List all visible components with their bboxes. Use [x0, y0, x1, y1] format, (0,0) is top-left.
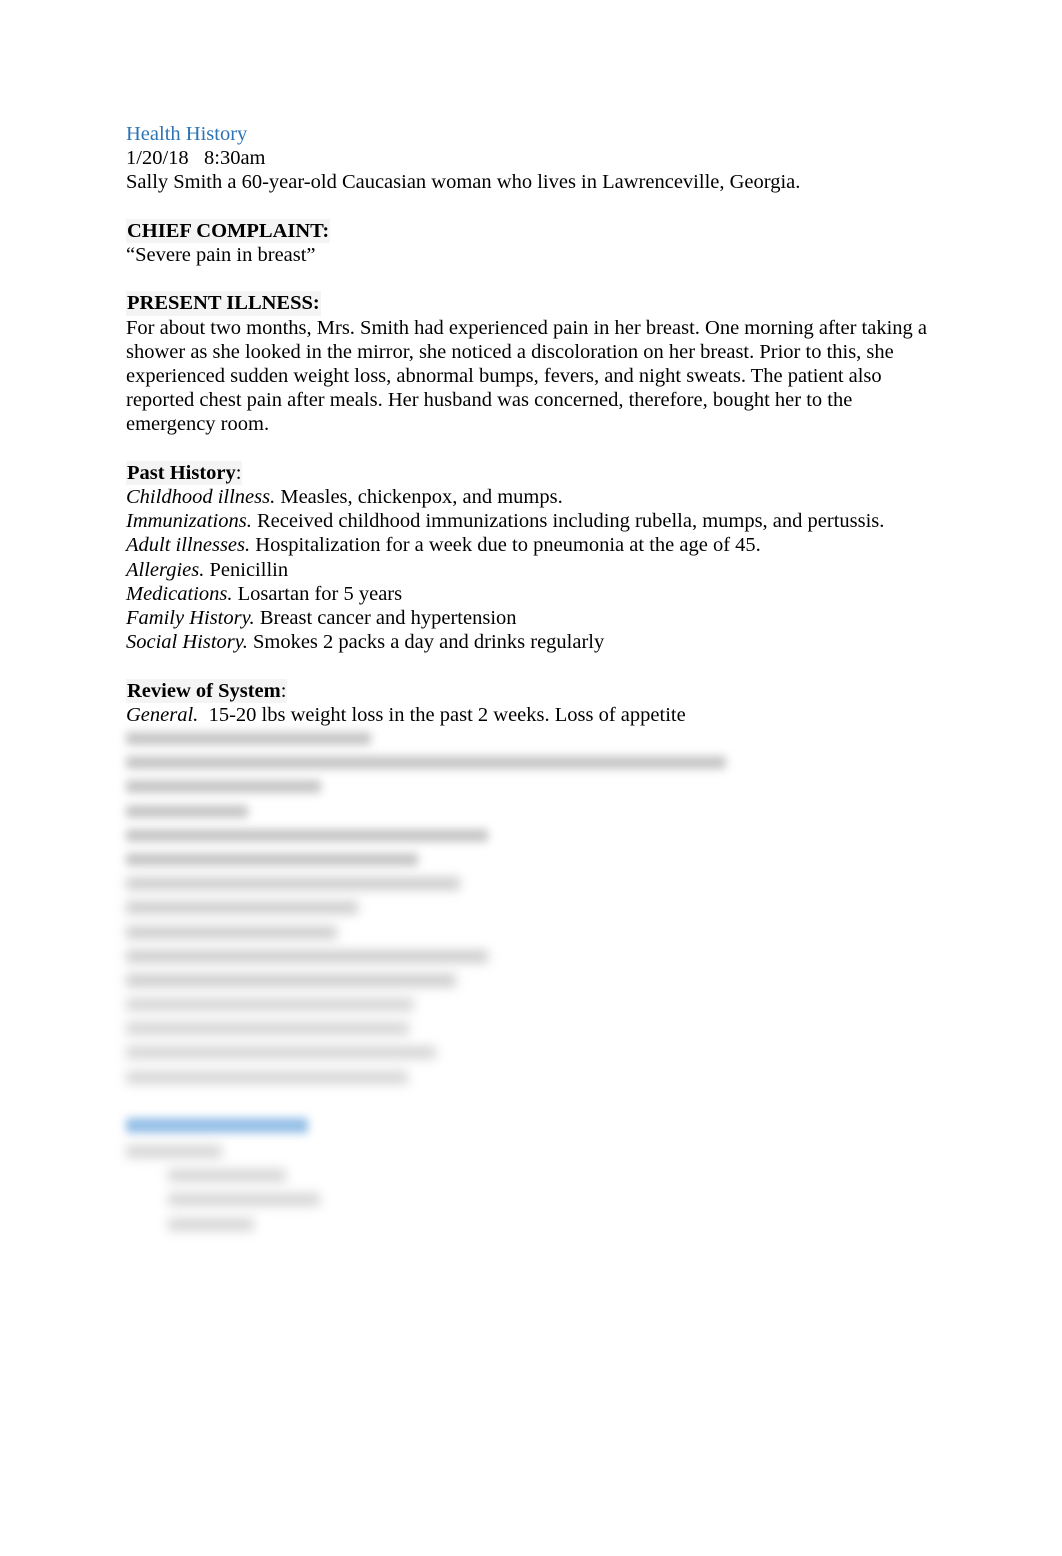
illegible-text-line [126, 1017, 932, 1041]
illegible-text-run [126, 1046, 436, 1060]
illegible-text-run [126, 780, 321, 794]
past-history-item-label: Allergies. [126, 558, 205, 581]
illegible-text-run [126, 949, 488, 963]
past-history-item-label: Immunizations. [126, 510, 252, 533]
illegible-text-line [126, 1188, 932, 1212]
illegible-text-run [126, 1145, 222, 1159]
review-of-system-section: Review of System: General. 15-20 lbs wei… [126, 678, 932, 1090]
illegible-text-line [126, 872, 932, 896]
illegible-text-line [126, 1164, 932, 1188]
illegible-text-run [126, 1022, 409, 1036]
illegible-heading-run [126, 1118, 308, 1134]
illegible-text-line [126, 1213, 932, 1237]
illegible-text-line [126, 921, 932, 945]
past-history-item-label: Childhood illness. [126, 486, 276, 508]
illegible-text-line [126, 1041, 932, 1065]
illegible-text-run [126, 756, 726, 770]
illegible-text-line [126, 824, 932, 848]
illegible-text-line [126, 775, 932, 799]
past-history-item-value: Measles, chickenpox, and mumps. [275, 486, 563, 508]
past-history-item-label: Social History. [126, 631, 248, 654]
past-history-heading-suffix: : [235, 461, 242, 484]
review-of-system-illegible-block [126, 727, 932, 1090]
review-of-system-heading-text: Review of System [127, 679, 281, 702]
past-history-item: Adult illnesses. Hospitalization for a w… [126, 533, 932, 557]
past-history-item: Immunizations. Received childhood immuni… [126, 509, 932, 533]
past-history-item-value: Losartan for 5 years [232, 582, 403, 605]
illegible-text-run [126, 901, 358, 915]
illegible-text-line [126, 945, 932, 969]
illegible-text-run [126, 998, 414, 1012]
review-of-system-heading: Review of System: [126, 678, 288, 703]
past-history-heading-text: Past History [127, 461, 236, 484]
past-history-item: Childhood illness. Measles, chickenpox, … [126, 485, 932, 509]
past-history-item: Family History. Breast cancer and hypert… [126, 606, 932, 630]
past-history-item-value: Smokes 2 packs a day and drinks regularl… [247, 631, 605, 654]
illegible-text-run [168, 1169, 286, 1183]
present-illness-heading: PRESENT ILLNESS: [126, 291, 321, 316]
illegible-text-line [126, 800, 932, 824]
illegible-text-run [168, 1217, 254, 1231]
illegible-text-line [126, 1140, 932, 1164]
past-history-item-label: Medications. [126, 582, 233, 605]
physical-examination-section [126, 1114, 932, 1237]
illegible-text-line [126, 896, 932, 920]
past-history-item: Social History. Smokes 2 packs a day and… [126, 630, 932, 654]
past-history-item-label: Family History. [126, 607, 255, 630]
physical-examination-illegible-block [126, 1140, 932, 1237]
illegible-text-line [126, 969, 932, 993]
past-history-item-value: Breast cancer and hypertension [254, 607, 517, 630]
review-of-system-item-label: General. [126, 703, 199, 726]
illegible-text-line [126, 1066, 932, 1090]
review-of-system-heading-suffix: : [280, 679, 287, 702]
past-history-item-value: Received childhood immunizations includi… [251, 510, 885, 533]
physical-examination-illegible-heading [126, 1114, 932, 1140]
illegible-text-run [126, 973, 456, 987]
document-page: Health History 1/20/18 8:30am Sally Smit… [0, 0, 1062, 1556]
chief-complaint-section: CHIEF COMPLAINT: “Severe pain in breast” [126, 218, 932, 267]
document-title: Health History [126, 123, 248, 145]
past-history-item: Allergies. Penicillin [126, 558, 932, 582]
present-illness-section: PRESENT ILLNESS: For about two months, M… [126, 291, 932, 436]
illegible-text-line [126, 848, 932, 872]
chief-complaint-heading: CHIEF COMPLAINT: [126, 218, 331, 243]
review-of-system-item: General. 15-20 lbs weight loss in the pa… [126, 703, 932, 727]
illegible-text-run [168, 1193, 320, 1207]
illegible-text-run [126, 925, 337, 939]
document-timestamp: 1/20/18 8:30am [126, 147, 266, 170]
illegible-text-run [126, 732, 371, 746]
illegible-text-run [126, 877, 460, 891]
illegible-text-line [126, 993, 932, 1017]
illegible-text-run [126, 804, 248, 818]
past-history-heading: Past History: [126, 460, 243, 485]
illegible-text-run [126, 1070, 408, 1084]
past-history-item-value: Hospitalization for a week due to pneumo… [250, 534, 761, 557]
illegible-text-line [126, 727, 932, 751]
review-of-system-item-value: 15-20 lbs weight loss in the past 2 week… [198, 703, 686, 726]
document-body: Health History 1/20/18 8:30am Sally Smit… [126, 122, 932, 1237]
past-history-item-label: Adult illnesses. [126, 534, 251, 557]
present-illness-body: For about two months, Mrs. Smith had exp… [126, 316, 928, 436]
illegible-text-run [126, 852, 418, 866]
past-history-item: Medications. Losartan for 5 years [126, 582, 932, 606]
patient-summary: Sally Smith a 60-year-old Caucasian woma… [126, 171, 801, 194]
chief-complaint-body: “Severe pain in breast” [126, 244, 316, 266]
illegible-text-run [126, 828, 488, 842]
illegible-text-line [126, 751, 932, 775]
past-history-item-value: Penicillin [204, 558, 289, 581]
past-history-section: Past History: Childhood illness. Measles… [126, 460, 932, 655]
